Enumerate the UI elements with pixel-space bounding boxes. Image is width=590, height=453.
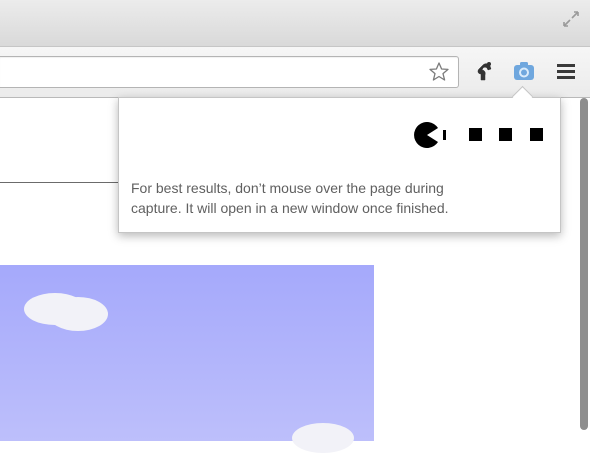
instructions-line-2: capture. It will open in a new window on…	[131, 200, 449, 216]
vertical-scrollbar[interactable]	[580, 98, 588, 430]
camera-icon[interactable]	[511, 58, 537, 84]
puzzle-extension-icon[interactable]	[472, 58, 498, 84]
star-icon[interactable]	[428, 61, 450, 83]
sky-image	[0, 265, 374, 453]
capture-instructions: For best results, don’t mouse over the p…	[131, 178, 551, 218]
pacman-loading-icon	[414, 122, 543, 148]
hamburger-menu-icon[interactable]	[554, 59, 578, 83]
address-bar[interactable]	[0, 56, 459, 88]
instructions-line-1: For best results, don’t mouse over the p…	[131, 180, 444, 196]
browser-toolbar	[0, 47, 590, 98]
window-titlebar	[0, 0, 590, 47]
fullscreen-icon[interactable]	[560, 8, 582, 30]
cloud	[292, 423, 354, 453]
capture-popup: For best results, don’t mouse over the p…	[118, 97, 561, 233]
cloud	[48, 297, 108, 331]
